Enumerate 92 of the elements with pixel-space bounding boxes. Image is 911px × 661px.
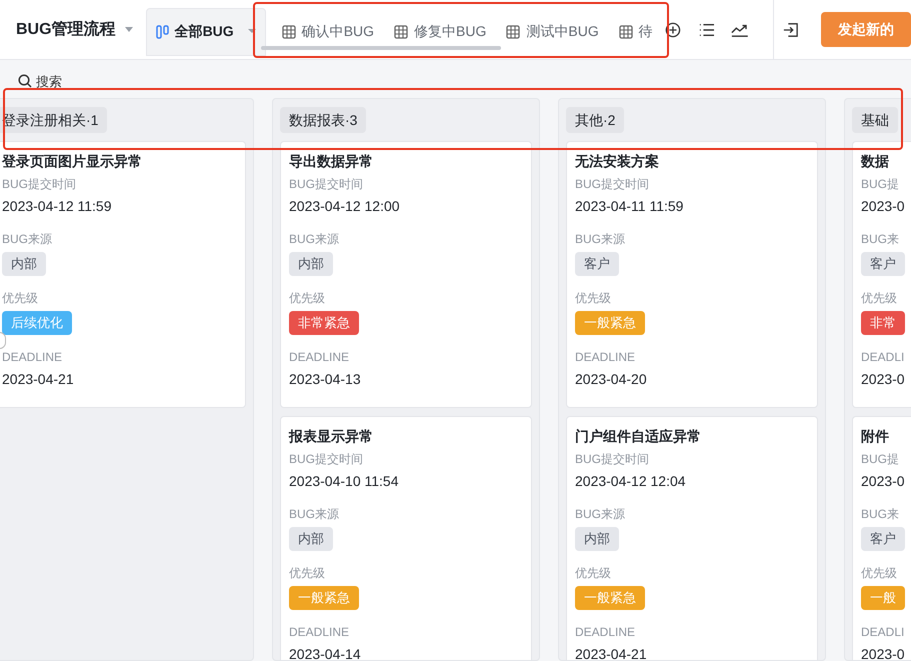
view-tab[interactable]: 全部BUG [146, 8, 266, 56]
field-label: BUG提交时间 [575, 451, 650, 468]
table-icon [282, 24, 296, 38]
tag: 非常紧急 [289, 311, 359, 335]
table-icon [394, 24, 408, 38]
field-label: 优先级 [575, 290, 611, 307]
field-value: 2023-04-13 [289, 370, 361, 389]
column-title: 其他·2 [566, 107, 624, 133]
field-value: 2023-04-21 [575, 645, 647, 660]
field-label: DEADLINE [289, 624, 350, 641]
bug-card[interactable]: 导出数据异常 BUG提交时间 2023-04-12 12:00 BUG来源 内部 优先级 非常紧急 DEADLINE 2023-04-13 [280, 141, 532, 408]
view-tab[interactable]: 修复中BUG [384, 8, 496, 56]
view-tab[interactable]: 测试中BUG [496, 8, 609, 56]
field-value: 2023-04-20 [575, 370, 647, 389]
card-title: 门户组件自适应异常 [575, 427, 701, 446]
bug-card[interactable]: 附件 BUG提 2023-0 BUG来 客户 优先级 一般 DEADLI 2023-0 [852, 416, 911, 660]
tag: 一般 [861, 586, 905, 610]
field-label: 优先级 [575, 565, 611, 582]
field-label: BUG提交时间 [289, 176, 364, 193]
card-title: 附件 [861, 427, 889, 446]
field-label: DEADLINE [2, 349, 62, 366]
field-label: BUG提 [861, 176, 900, 193]
card-title: 数据 [861, 152, 889, 171]
field-label: BUG提交时间 [2, 176, 76, 193]
tag: 内部 [289, 252, 333, 276]
view-tab[interactable]: 待 [608, 8, 663, 56]
field-value: 2023-0 [861, 472, 905, 491]
tag: 非常 [861, 311, 905, 335]
field-label: BUG来 [861, 506, 900, 523]
field-value: 2023-04-12 12:00 [289, 197, 400, 216]
card-title: 报表显示异常 [289, 427, 373, 446]
tag: 内部 [2, 252, 46, 276]
view-tab[interactable]: 确认中BUG [272, 8, 384, 56]
search-field[interactable]: 搜索 [36, 72, 116, 91]
field-label: 优先级 [2, 290, 38, 307]
field-label: BUG提 [861, 451, 900, 468]
tag: 客户 [575, 252, 619, 276]
column-title: 数据报表·3 [280, 107, 366, 133]
field-label: BUG来源 [289, 506, 340, 523]
field-label: DEADLI [861, 624, 904, 641]
field-value: 2023-04-21 [2, 370, 74, 389]
bug-card[interactable]: 无法安装方案 BUG提交时间 2023-04-11 11:59 BUG来源 客户 优先级 一般紧急 DEADLINE 2023-04-20 [566, 141, 818, 408]
field-label: DEADLINE [575, 349, 636, 366]
board-icon [156, 24, 169, 38]
field-value: 2023-0 [861, 645, 905, 660]
bug-card[interactable]: 登录页面图片显示异常 BUG提交时间 2023-04-12 11:59 BUG来源 内部 优先级 后续优化 DEADLINE 2023-04-21 [0, 141, 246, 408]
caret-icon[interactable] [248, 29, 256, 34]
field-value: 2023-04-11 11:59 [575, 197, 684, 216]
field-label: DEADLINE [575, 624, 636, 641]
bug-card[interactable]: 数据 BUG提 2023-0 BUG来 客户 优先级 非常 DEADLI 2023-0 [852, 141, 911, 408]
list-icon[interactable] [698, 22, 715, 38]
field-value: 2023-0 [861, 197, 905, 216]
field-label: BUG来源 [2, 231, 52, 248]
field-value: 2023-04-12 12:04 [575, 472, 686, 491]
field-label: BUG提交时间 [575, 176, 650, 193]
card-title: 无法安装方案 [575, 152, 659, 171]
tag: 后续优化 [2, 311, 72, 335]
field-label: BUG提交时间 [289, 451, 364, 468]
tag: 内部 [289, 527, 333, 551]
bug-card[interactable]: 报表显示异常 BUG提交时间 2023-04-10 11:54 BUG来源 内部 优先级 一般紧急 DEADLINE 2023-04-14 [280, 416, 532, 660]
field-value: 2023-04-12 11:59 [2, 197, 112, 216]
tag: 一般紧急 [289, 586, 359, 610]
column-title: 基础 [852, 107, 898, 133]
card-title: 导出数据异常 [289, 152, 373, 171]
field-label: 优先级 [289, 565, 325, 582]
tag: 客户 [861, 527, 905, 551]
scrollbar-thumb[interactable] [260, 46, 501, 50]
app-title: BUG管理流程 [16, 19, 116, 40]
card-title: 登录页面图片显示异常 [2, 152, 142, 171]
field-label: 优先级 [861, 565, 897, 582]
field-label: BUG来源 [289, 231, 340, 248]
field-label: 优先级 [289, 290, 325, 307]
field-label: 优先级 [861, 290, 897, 307]
field-value: 2023-0 [861, 370, 905, 389]
tag: 客户 [861, 252, 905, 276]
field-label: BUG来源 [575, 231, 626, 248]
tag: 内部 [575, 527, 619, 551]
field-value: 2023-04-10 11:54 [289, 472, 398, 491]
bug-card[interactable]: 门户组件自适应异常 BUG提交时间 2023-04-12 12:04 BUG来源 内部 优先级 一般紧急 DEADLINE 2023-04-21 [566, 416, 818, 660]
tag: 一般紧急 [575, 586, 645, 610]
field-label: BUG来源 [575, 506, 626, 523]
field-value: 2023-04-14 [289, 645, 361, 660]
tag: 一般紧急 [575, 311, 645, 335]
table-icon [506, 24, 520, 38]
field-label: DEADLINE [289, 349, 350, 366]
caret-icon[interactable] [124, 26, 134, 32]
exit-icon[interactable] [783, 20, 799, 38]
add-icon[interactable] [664, 20, 681, 38]
field-label: BUG来 [861, 231, 900, 248]
table-icon [618, 24, 633, 38]
search-icon [18, 74, 32, 88]
field-label: DEADLI [861, 349, 904, 366]
